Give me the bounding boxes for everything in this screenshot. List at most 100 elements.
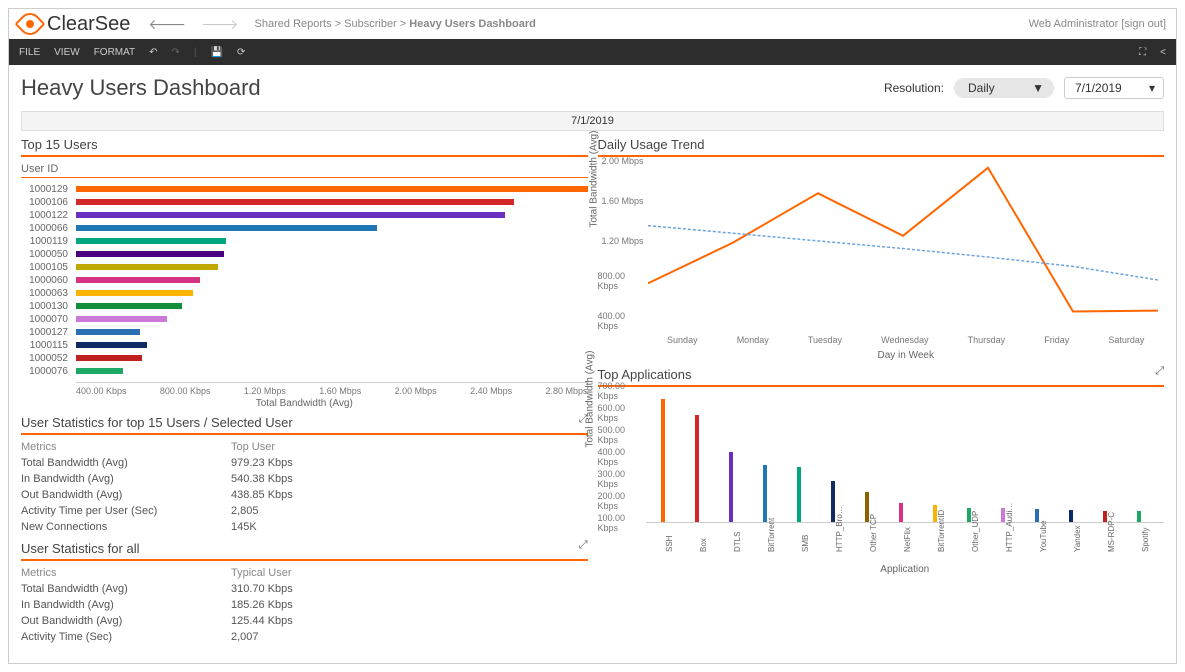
bar-row[interactable]: 1000119 bbox=[21, 235, 588, 247]
bar-row[interactable]: 1000127 bbox=[21, 326, 588, 338]
metric-label: Out Bandwidth (Avg) bbox=[21, 613, 231, 629]
app-label: HTTP_Audi… bbox=[1005, 503, 1014, 552]
app-label: BitTorrentID bbox=[937, 510, 946, 552]
bar-row[interactable]: 1000105 bbox=[21, 261, 588, 273]
metric-value: 145K bbox=[231, 519, 588, 535]
app-bar[interactable] bbox=[1137, 511, 1141, 522]
ytick: 1.60 Mbps bbox=[601, 196, 643, 206]
apps-ylabel: Total Bandwidth (Avg) bbox=[584, 351, 595, 448]
apps-panel: Top Applications⤢ Total Bandwidth (Avg) … bbox=[598, 367, 1165, 571]
refresh-icon[interactable]: ⟳ bbox=[237, 47, 245, 58]
app-bar[interactable] bbox=[729, 452, 733, 522]
bar-row[interactable]: 1000106 bbox=[21, 196, 588, 208]
ytick: 100.00 Kbps bbox=[598, 513, 642, 533]
bar-row[interactable]: 1000063 bbox=[21, 287, 588, 299]
app-bar[interactable] bbox=[1069, 510, 1073, 522]
metric-label: New Connections bbox=[21, 519, 231, 535]
app-bar[interactable] bbox=[661, 399, 665, 522]
xtick: Thursday bbox=[968, 335, 1006, 345]
daily-panel: Daily Usage Trend Total Bandwidth (Avg) … bbox=[598, 137, 1165, 361]
app-bar[interactable] bbox=[865, 492, 869, 522]
crumb-root[interactable]: Shared Reports bbox=[255, 18, 332, 30]
sign-out-link[interactable]: [sign out] bbox=[1121, 18, 1166, 30]
brand-name: ClearSee bbox=[47, 13, 130, 36]
logo: ClearSee bbox=[19, 13, 130, 36]
app-bar[interactable] bbox=[797, 467, 801, 522]
top15-title: Top 15 Users bbox=[21, 137, 588, 157]
app-bar[interactable] bbox=[933, 505, 937, 522]
top15-xlabel: Total Bandwidth (Avg) bbox=[21, 398, 588, 409]
back-icon[interactable]: 🡐 bbox=[148, 16, 186, 32]
bar-fill bbox=[76, 277, 200, 283]
bar-row[interactable]: 1000129 bbox=[21, 183, 588, 195]
bar-fill bbox=[76, 186, 588, 192]
bar-fill bbox=[76, 368, 123, 374]
app-bar[interactable] bbox=[1001, 508, 1005, 522]
app-label: BitTorrent bbox=[767, 518, 776, 552]
bar-row[interactable]: 1000052 bbox=[21, 352, 588, 364]
bar-row[interactable]: 1000122 bbox=[21, 209, 588, 221]
app-label: SSH bbox=[665, 536, 674, 552]
fullscreen-icon[interactable]: ⛶ bbox=[1139, 47, 1146, 58]
resolution-label: Resolution: bbox=[884, 81, 944, 95]
bar-label: 1000063 bbox=[21, 288, 76, 299]
metric-label: In Bandwidth (Avg) bbox=[21, 471, 231, 487]
bar-label: 1000066 bbox=[21, 223, 76, 234]
app-bar[interactable] bbox=[967, 508, 971, 522]
bar-row[interactable]: 1000115 bbox=[21, 339, 588, 351]
app-bar[interactable] bbox=[831, 481, 835, 522]
resolution-select[interactable]: Daily ▼ bbox=[954, 78, 1054, 98]
apps-title: Top Applications bbox=[598, 367, 692, 382]
top-bar: ClearSee 🡐 🡒 Shared Reports > Subscriber… bbox=[9, 9, 1176, 39]
bar-row[interactable]: 1000050 bbox=[21, 248, 588, 260]
crumb-mid[interactable]: Subscriber bbox=[344, 18, 397, 30]
bar-label: 1000129 bbox=[21, 184, 76, 195]
bar-row[interactable]: 1000066 bbox=[21, 222, 588, 234]
menu-file[interactable]: FILE bbox=[19, 47, 40, 58]
bar-row[interactable]: 1000076 bbox=[21, 365, 588, 377]
ytick: 2.00 Mbps bbox=[601, 156, 643, 166]
share-icon[interactable]: < bbox=[1160, 47, 1166, 58]
app-bar[interactable] bbox=[1103, 511, 1107, 522]
ytick: 500.00 Kbps bbox=[598, 425, 642, 445]
series-orange bbox=[648, 168, 1158, 312]
app-bar[interactable] bbox=[763, 465, 767, 522]
metric-value: 2,007 bbox=[231, 629, 588, 645]
app-label: HTTP_Bro… bbox=[835, 506, 844, 552]
menu-view[interactable]: VIEW bbox=[54, 47, 80, 58]
xtick: 800.00 Kbps bbox=[160, 386, 211, 396]
app-bar[interactable] bbox=[899, 503, 903, 522]
bar-label: 1000127 bbox=[21, 327, 76, 338]
bar-row[interactable]: 1000070 bbox=[21, 313, 588, 325]
bar-fill bbox=[76, 251, 224, 257]
app-bar[interactable] bbox=[1035, 509, 1039, 522]
bar-fill bbox=[76, 303, 182, 309]
chevron-down-icon: ▼ bbox=[1032, 81, 1044, 95]
menu-format[interactable]: FORMAT bbox=[94, 47, 135, 58]
date-picker[interactable]: 7/1/2019 ▾ bbox=[1064, 77, 1164, 99]
redo-icon[interactable]: ↷ bbox=[172, 47, 180, 58]
expand-icon[interactable]: ⤢ bbox=[1155, 365, 1164, 378]
ytick: 300.00 Kbps bbox=[598, 469, 642, 489]
top15-subhead: User ID bbox=[21, 161, 588, 178]
bar-label: 1000050 bbox=[21, 249, 76, 260]
bar-row[interactable]: 1000130 bbox=[21, 300, 588, 312]
divider: | bbox=[194, 47, 197, 58]
xtick: 1.20 Mbps bbox=[244, 386, 286, 396]
th-typical: Typical User bbox=[231, 565, 588, 581]
app-label: DTLS bbox=[733, 532, 742, 552]
crumb-leaf: Heavy Users Dashboard bbox=[409, 18, 536, 30]
forward-icon[interactable]: 🡒 bbox=[201, 16, 239, 32]
expand-icon[interactable]: ⤢ bbox=[579, 539, 588, 552]
app-label: Other_UDP bbox=[971, 511, 980, 552]
bar-fill bbox=[76, 290, 193, 296]
date-banner: 7/1/2019 bbox=[21, 111, 1164, 131]
bar-row[interactable]: 1000060 bbox=[21, 274, 588, 286]
undo-icon[interactable]: ↶ bbox=[149, 47, 157, 58]
save-icon[interactable]: 💾 bbox=[211, 47, 223, 58]
app-bar[interactable] bbox=[695, 415, 699, 522]
page-title: Heavy Users Dashboard bbox=[21, 75, 261, 101]
date-value: 7/1/2019 bbox=[1075, 81, 1122, 95]
bar-label: 1000119 bbox=[21, 236, 76, 247]
ytick: 1.20 Mbps bbox=[601, 236, 643, 246]
